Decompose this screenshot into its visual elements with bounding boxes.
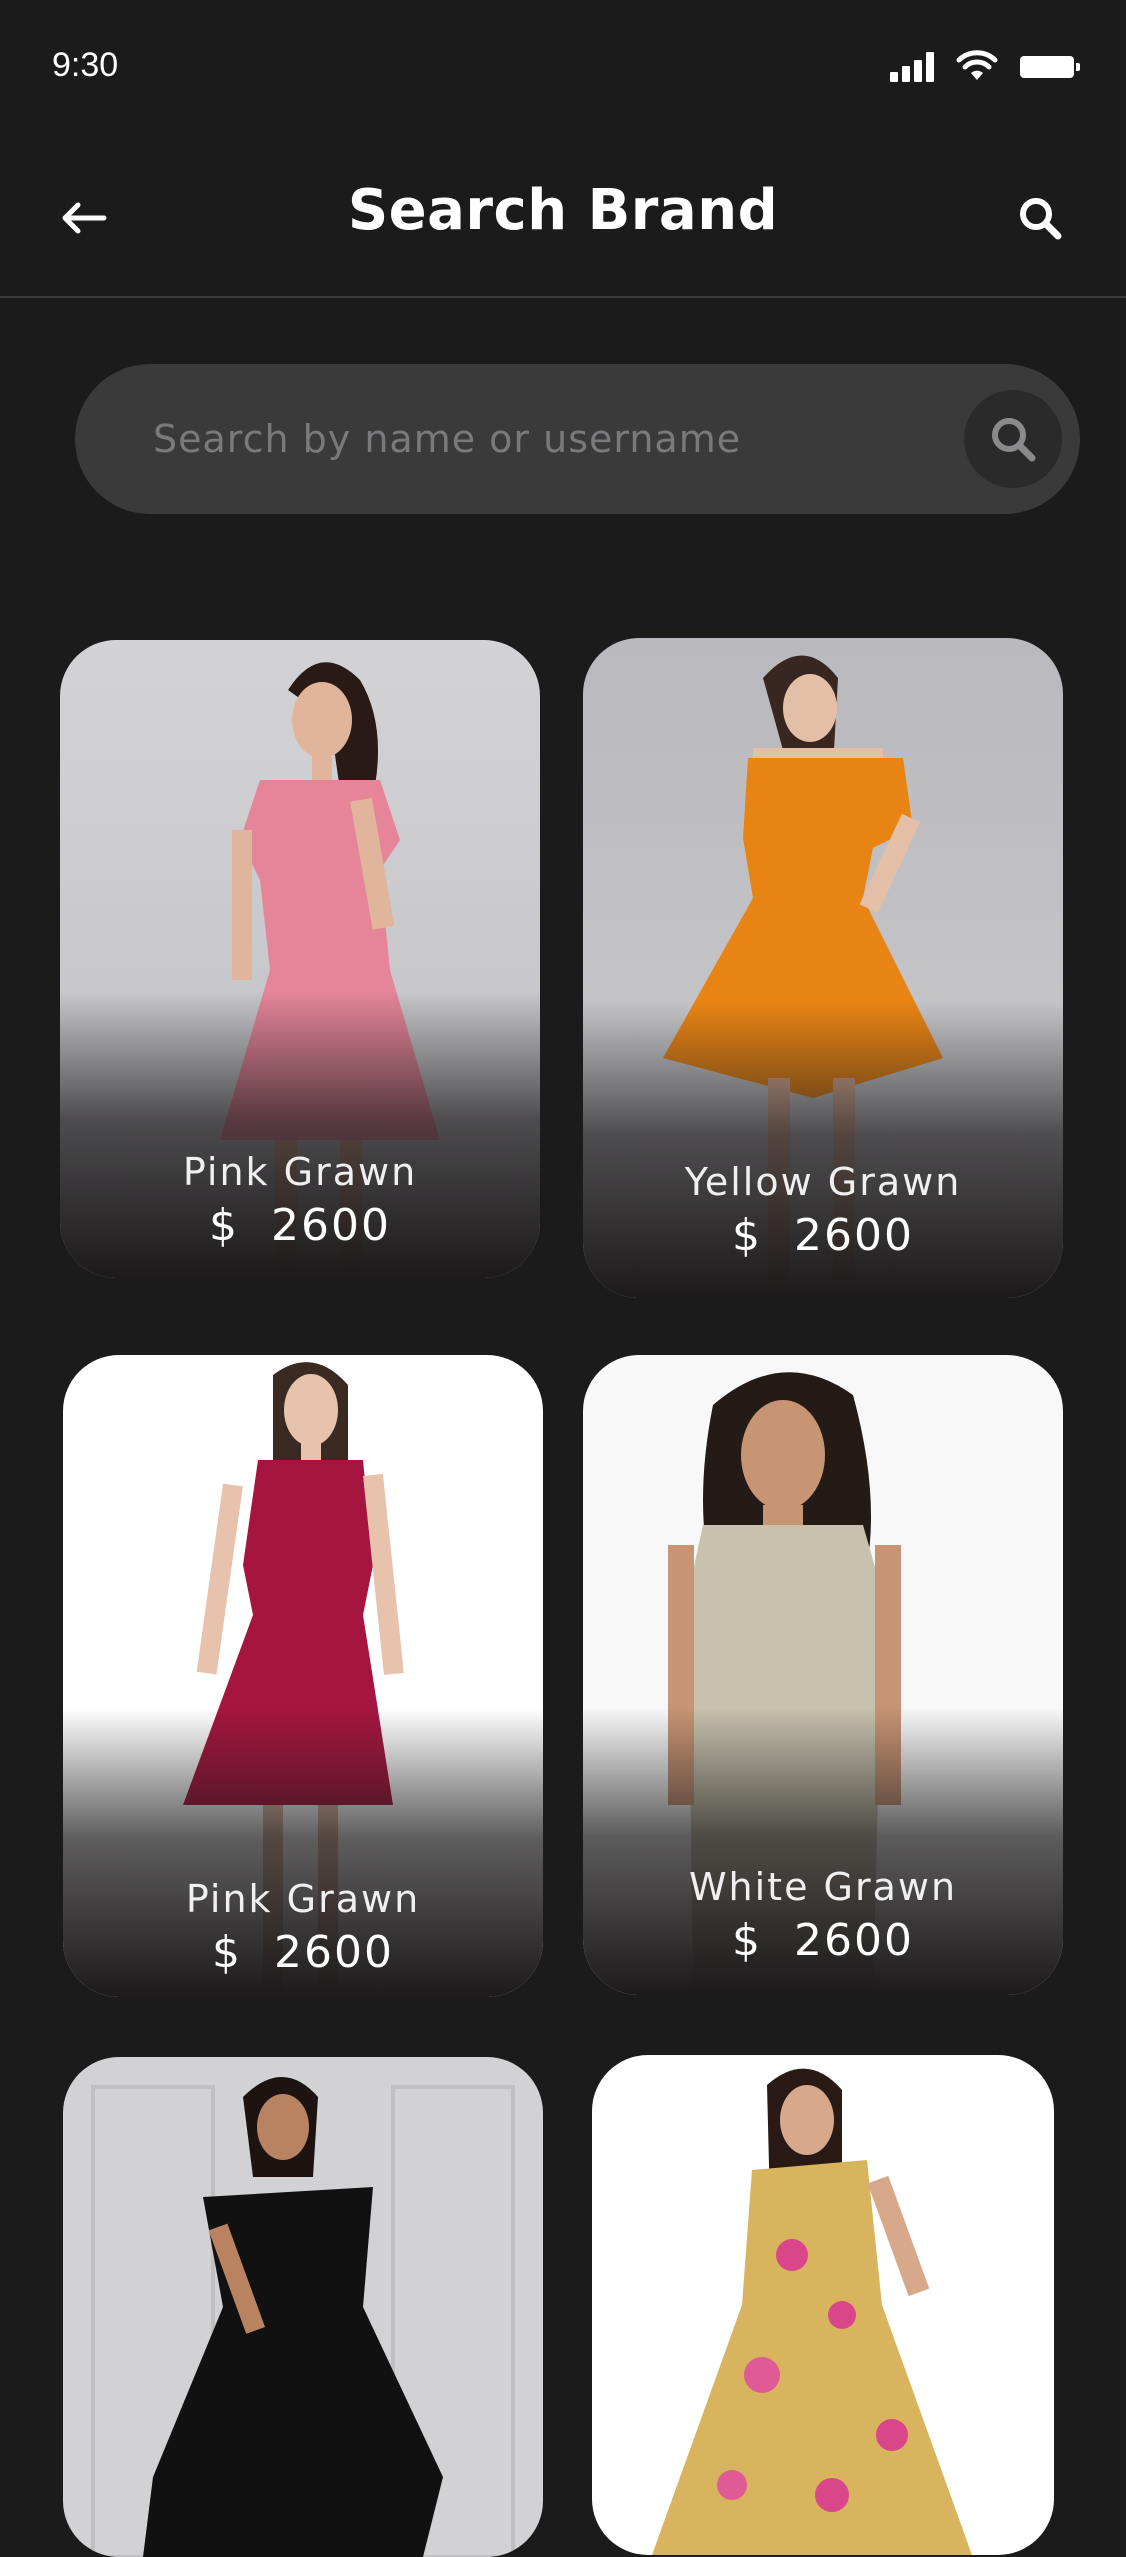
product-price: $ 2600 [63,1927,543,1978]
cellular-signal-icon [890,52,934,82]
product-price: $ 2600 [583,1210,1063,1261]
product-card[interactable]: White Grawn $ 2600 [583,1355,1063,1995]
status-bar: 9:30 [0,0,1126,130]
currency-symbol: $ [212,1927,243,1978]
currency-symbol: $ [209,1200,240,1251]
price-value: 2600 [271,1200,391,1251]
currency-symbol: $ [732,1210,763,1261]
search-bar [75,364,1080,514]
battery-icon [1020,56,1080,78]
product-card[interactable]: Yellow Grawn $ 2600 [583,638,1063,1298]
search-icon [992,418,1036,462]
product-price: $ 2600 [60,1200,540,1251]
product-card[interactable]: Pink Grawn $ 2600 [63,1355,543,1997]
status-time: 9:30 [52,46,119,84]
app-header: Search Brand [0,150,1126,298]
status-icons [890,48,1080,82]
product-name: Yellow Grawn [684,1160,962,1204]
product-image [592,2055,1054,2555]
search-submit-button[interactable] [964,390,1062,488]
search-input[interactable] [153,364,953,514]
price-value: 2600 [794,1915,914,1966]
product-name: Pink Grawn [185,1877,421,1921]
product-name: White Grawn [688,1865,958,1909]
product-image [63,2057,543,2557]
price-value: 2600 [274,1927,394,1978]
search-icon [1020,198,1062,240]
wifi-icon [956,50,998,80]
product-card[interactable] [592,2055,1054,2555]
page-title: Search Brand [347,178,779,243]
currency-symbol: $ [732,1915,763,1966]
product-name: Pink Grawn [182,1150,418,1194]
product-card[interactable]: Pink Grawn $ 2600 [60,640,540,1278]
product-card[interactable] [63,2057,543,2557]
price-value: 2600 [794,1210,914,1261]
product-price: $ 2600 [583,1915,1063,1966]
header-search-button[interactable] [1010,188,1070,248]
